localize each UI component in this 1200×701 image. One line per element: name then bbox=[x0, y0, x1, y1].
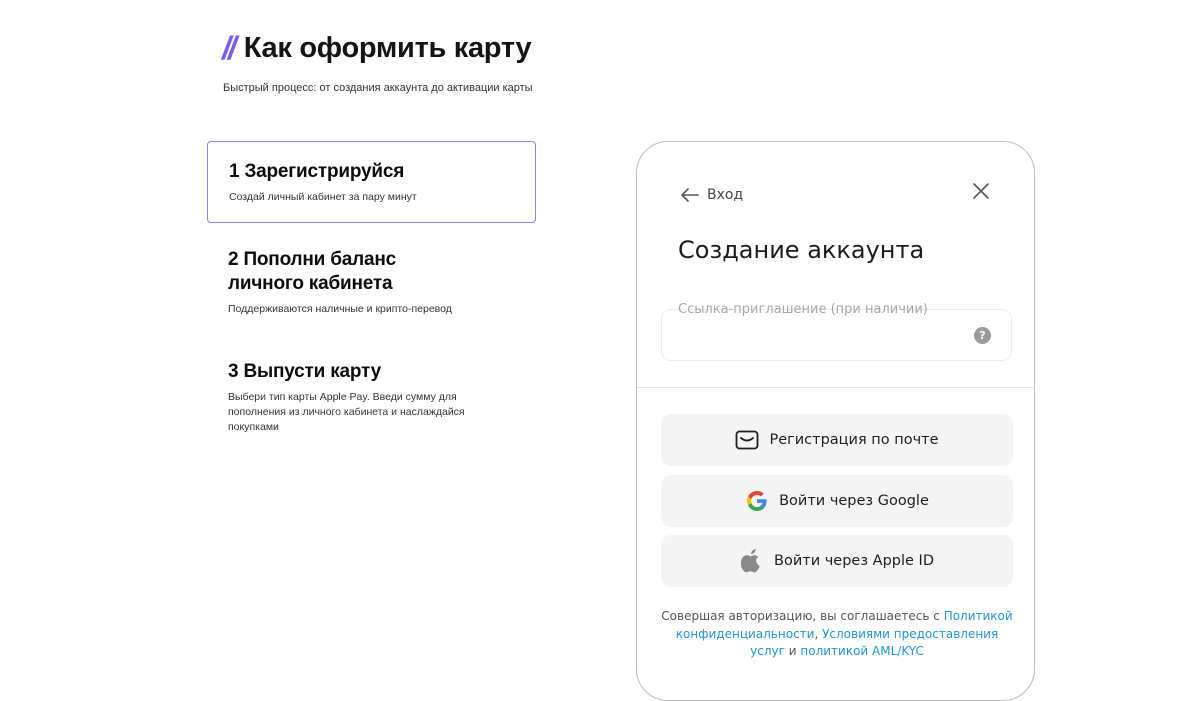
step-register[interactable]: 1 Зарегистрируйся Создай личный кабинет … bbox=[207, 141, 536, 223]
form-title: Создание аккаунта bbox=[678, 236, 925, 264]
aml-kyc-link[interactable]: политикой AML/KYC bbox=[800, 644, 923, 658]
help-icon[interactable]: ? bbox=[974, 327, 991, 344]
phone-mockup: Вход Создание аккаунта ? Ссылка-приглаше… bbox=[636, 141, 1035, 701]
terms-prefix: Совершая авторизацию, вы соглашаетесь с bbox=[661, 609, 944, 623]
mail-icon bbox=[735, 428, 759, 452]
page-subtitle: Быстрый процесс: от создания аккаунта до… bbox=[223, 82, 533, 94]
terms-separator: , bbox=[814, 626, 823, 641]
back-link[interactable]: Вход bbox=[681, 185, 743, 205]
terms-conjunction: и bbox=[784, 644, 801, 658]
step-description: Создай личный кабинет за пару минут bbox=[229, 191, 417, 203]
arrow-left-icon bbox=[681, 185, 699, 205]
apple-login-label: Войти через Apple ID bbox=[774, 553, 934, 569]
close-icon[interactable] bbox=[972, 182, 992, 202]
step-description: Поддерживаются наличные и крипто-перевод bbox=[228, 303, 452, 315]
email-register-button[interactable]: Регистрация по почте bbox=[661, 414, 1013, 466]
apple-login-button[interactable]: Войти через Apple ID bbox=[661, 535, 1013, 587]
title-row: // Как оформить карту bbox=[222, 30, 532, 66]
invite-link-label: Ссылка-приглашение (при наличии) bbox=[678, 302, 928, 317]
google-icon bbox=[745, 489, 769, 513]
step-title: 2 Пополни баланс личного кабинета bbox=[228, 249, 397, 294]
google-login-button[interactable]: Войти через Google bbox=[661, 475, 1013, 527]
step-description: Выбери тип карты Apple Pay. Введи сумму … bbox=[228, 391, 465, 433]
page-title: Как оформить карту bbox=[243, 32, 532, 64]
step-title: 3 Выпусти карту bbox=[228, 361, 381, 382]
apple-icon bbox=[740, 549, 764, 573]
google-login-label: Войти через Google bbox=[779, 493, 929, 509]
terms-text: Совершая авторизацию, вы соглашаетесь с … bbox=[661, 608, 1013, 661]
email-register-label: Регистрация по почте bbox=[769, 432, 939, 448]
step-top-up[interactable]: 2 Пополни баланс личного кабинета Поддер… bbox=[207, 248, 536, 317]
step-title: 1 Зарегистрируйся bbox=[229, 161, 405, 182]
step-issue-card[interactable]: 3 Выпусти карту Выбери тип карты Apple P… bbox=[207, 360, 536, 435]
divider bbox=[637, 387, 1034, 388]
back-label: Вход bbox=[707, 187, 744, 203]
slashes-decoration: // bbox=[222, 30, 237, 66]
